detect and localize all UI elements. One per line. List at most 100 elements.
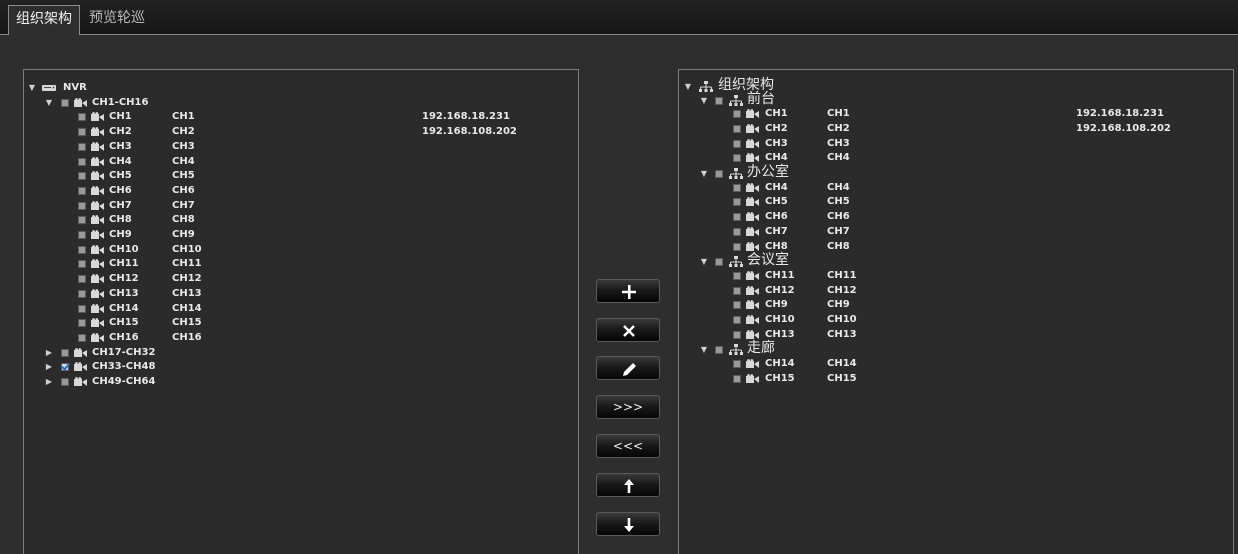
edit-button[interactable] (596, 356, 660, 380)
tree-node-channel[interactable]: CH4 CH4 (679, 181, 1219, 195)
tree-node-channel[interactable]: CH7 CH7 (679, 225, 1219, 239)
checkbox[interactable] (78, 216, 86, 225)
expand-arrow-down-icon[interactable]: ▼ (44, 96, 54, 110)
checkbox[interactable] (78, 319, 86, 328)
checkbox[interactable] (733, 198, 741, 207)
checkbox[interactable] (715, 96, 723, 105)
tree-node-channel[interactable]: CH14 CH14 (679, 357, 1219, 371)
tree-node-channel[interactable]: CH1 CH1 192.168.18.231 (679, 107, 1219, 121)
tree-node-channel[interactable]: CH11 CH11 (24, 257, 564, 271)
tree-node-channel[interactable]: CH2 CH2 192.168.108.202 (679, 122, 1219, 136)
tree-node-channel[interactable]: CH14 CH14 (24, 302, 564, 316)
tree-node-channel[interactable]: CH7 CH7 (24, 199, 564, 213)
checkbox[interactable] (733, 124, 741, 133)
checkbox[interactable] (733, 183, 741, 192)
tree-node-channel[interactable]: CH5 CH5 (679, 195, 1219, 209)
tree-node-channel[interactable]: CH12 CH12 (24, 272, 564, 286)
checkbox[interactable] (78, 231, 86, 239)
checkbox[interactable] (78, 172, 86, 181)
expand-arrow-down-icon[interactable]: ▼ (699, 255, 709, 269)
collapse-arrow-right-icon[interactable]: ▶ (44, 346, 54, 360)
tree-node-channel[interactable]: CH13 CH13 (24, 287, 564, 301)
checkbox[interactable] (733, 227, 741, 236)
checkbox[interactable] (78, 275, 86, 284)
tree-node-channel[interactable]: CH10 CH10 (679, 313, 1219, 327)
channel-label: CH8 (109, 214, 132, 226)
tree-node-channel[interactable]: CH9 CH9 (24, 228, 564, 242)
checkbox[interactable] (78, 186, 86, 195)
tree-node-channel[interactable]: CH16 CH16 (24, 331, 564, 345)
checkbox[interactable] (78, 201, 86, 210)
tree-node-nvr[interactable]: ▼ NVR (24, 81, 564, 95)
checkbox[interactable] (715, 258, 723, 267)
move-down-button[interactable] (596, 512, 660, 536)
tree-node-channel[interactable]: CH2 CH2 192.168.108.202 (24, 125, 564, 139)
tree-node-group[interactable]: ▶ CH33-CH48 (24, 360, 564, 374)
tree-node-channel[interactable]: CH10 CH10 (24, 243, 564, 257)
channel-label: CH12 (109, 273, 139, 285)
tab-org-structure[interactable]: 组织架构 (8, 5, 80, 35)
tree-node-channel[interactable]: CH8 CH8 (24, 213, 564, 227)
tree-node-channel[interactable]: CH15 CH15 (24, 316, 564, 330)
tree-node-channel[interactable]: CH11 CH11 (679, 269, 1219, 283)
checkbox[interactable] (733, 110, 741, 119)
delete-button[interactable] (596, 318, 660, 342)
checkbox[interactable] (733, 286, 741, 295)
checkbox[interactable] (715, 346, 723, 355)
checkbox[interactable] (78, 260, 86, 269)
add-button[interactable] (596, 279, 660, 303)
checkbox[interactable] (78, 157, 86, 166)
checkbox[interactable] (61, 363, 69, 372)
checkbox[interactable] (733, 316, 741, 324)
checkbox[interactable] (78, 245, 86, 254)
checkbox[interactable] (733, 374, 741, 383)
checkbox[interactable] (78, 304, 86, 313)
collapse-arrow-right-icon[interactable]: ▶ (44, 360, 54, 374)
device-tree-panel[interactable]: ▼ NVR ▼ CH1-CH16 CH1 CH1 192.168.18.231 CH2 CH2 1… (23, 69, 579, 554)
expand-arrow-down-icon[interactable]: ▼ (699, 343, 709, 357)
tree-node-group[interactable]: ▶ CH49-CH64 (24, 375, 564, 389)
tree-node-org-group[interactable]: ▼ 办公室 (679, 165, 1219, 182)
tree-node-group[interactable]: ▶ CH17-CH32 (24, 346, 564, 360)
checkbox[interactable] (78, 128, 86, 137)
tree-node-channel[interactable]: CH6 CH6 (679, 210, 1219, 224)
checkbox[interactable] (733, 139, 741, 148)
expand-arrow-down-icon[interactable]: ▼ (699, 94, 709, 108)
tree-node-org-group[interactable]: ▼ 走廊 (679, 341, 1219, 358)
tree-node-channel[interactable]: CH3 CH3 (679, 137, 1219, 151)
tree-node-channel[interactable]: CH9 CH9 (679, 298, 1219, 312)
tree-node-org-group[interactable]: ▼ 前台 (679, 92, 1219, 109)
checkbox[interactable] (61, 348, 69, 357)
checkbox[interactable] (733, 330, 741, 339)
tree-node-channel[interactable]: CH3 CH3 (24, 140, 564, 154)
checkbox[interactable] (61, 378, 69, 386)
checkbox[interactable] (78, 333, 86, 342)
checkbox[interactable] (733, 271, 741, 280)
tree-node-channel[interactable]: CH15 CH15 (679, 372, 1219, 386)
checkbox[interactable] (733, 213, 741, 222)
collapse-arrow-right-icon[interactable]: ▶ (44, 375, 54, 389)
checkbox[interactable] (733, 154, 741, 163)
move-up-button[interactable] (596, 473, 660, 497)
checkbox[interactable] (78, 142, 86, 151)
tree-node-channel[interactable]: CH1 CH1 192.168.18.231 (24, 110, 564, 124)
checkbox[interactable] (715, 170, 723, 178)
expand-arrow-down-icon[interactable]: ▼ (27, 81, 37, 95)
checkbox[interactable] (733, 360, 741, 369)
expand-arrow-down-icon[interactable]: ▼ (699, 167, 709, 181)
tree-node-channel[interactable]: CH6 CH6 (24, 184, 564, 198)
tree-node-org-group[interactable]: ▼ 会议室 (679, 253, 1219, 270)
checkbox[interactable] (78, 113, 86, 122)
checkbox[interactable] (78, 289, 86, 298)
tab-preview-patrol[interactable]: 预览轮巡 (82, 5, 152, 34)
checkbox[interactable] (61, 98, 69, 107)
checkbox[interactable] (733, 301, 741, 310)
checkbox[interactable] (733, 242, 741, 251)
tree-node-channel[interactable]: CH5 CH5 (24, 169, 564, 183)
add-all-button[interactable]: >>> (596, 395, 660, 419)
tree-node-channel[interactable]: CH4 CH4 (24, 155, 564, 169)
tree-node-group[interactable]: ▼ CH1-CH16 (24, 96, 564, 110)
tree-node-channel[interactable]: CH12 CH12 (679, 284, 1219, 298)
org-tree-panel[interactable]: ▼ 组织架构 ▼ 前台 CH1 CH1 192.168.18.231 CH2 CH2 192.16… (678, 69, 1234, 554)
remove-all-button[interactable]: <<< (596, 434, 660, 458)
